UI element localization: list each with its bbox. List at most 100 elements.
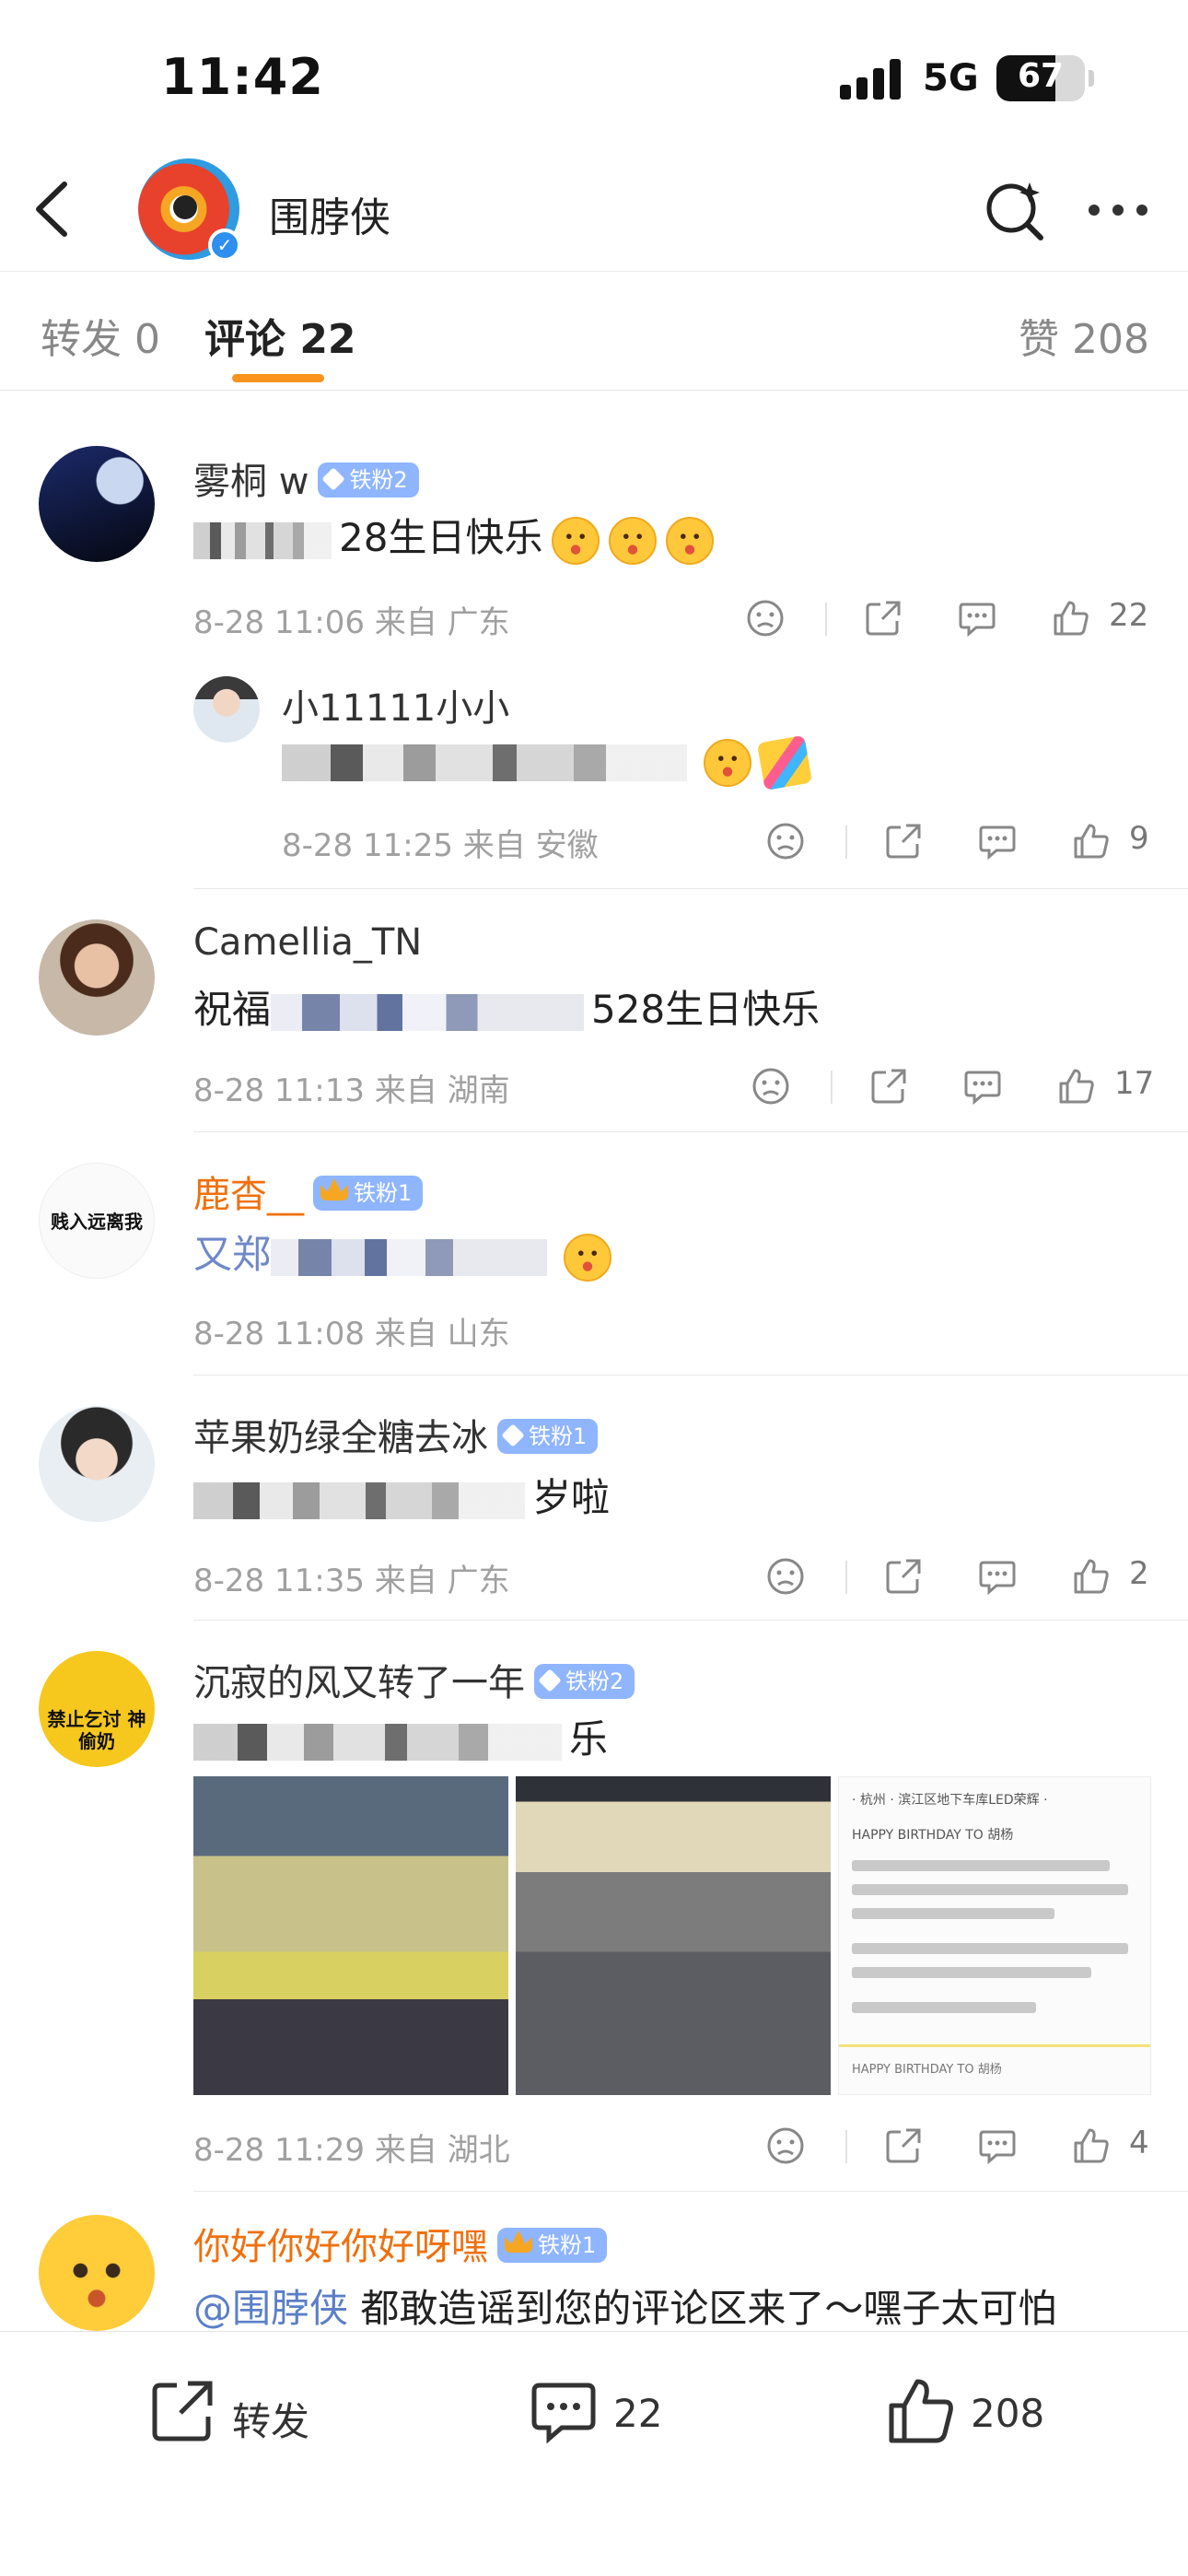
back-button[interactable] (28, 177, 83, 241)
share-button[interactable] (864, 590, 904, 645)
text-line (852, 1908, 1054, 1919)
more-button[interactable] (1085, 201, 1151, 219)
comment-image[interactable] (193, 1776, 508, 2095)
reply-location: 来自 安徽 (462, 827, 599, 864)
badge-label: 铁粉1 (354, 1180, 413, 1206)
text-line (852, 1967, 1091, 1978)
like-count: 208 (971, 2391, 1045, 2436)
comment-author[interactable]: 苹果奶绿全糖去冰 铁粉1 (193, 1408, 599, 1461)
network-type: 5G (923, 57, 979, 100)
divider (845, 825, 847, 859)
party-popper-icon (756, 734, 813, 790)
reply-button[interactable] (978, 2117, 1019, 2172)
reply-time: 8-28 11:25 (282, 827, 453, 864)
comment-author[interactable]: 沉寂的风又转了一年 铁粉2 (193, 1653, 635, 1706)
fan-badge: 铁粉1 (313, 1176, 424, 1211)
dislike-button[interactable] (766, 813, 807, 868)
like-button[interactable]: 17 (1057, 1058, 1175, 1113)
avatar[interactable] (39, 919, 155, 1036)
comment-divider (193, 888, 1188, 889)
dot (1112, 205, 1124, 216)
reply-button[interactable] (963, 1058, 1004, 1113)
dislike-button[interactable] (746, 590, 786, 645)
tab-repost[interactable]: 转发 0 (41, 306, 160, 365)
comment-meta: 8-28 11:06 来自 广东 (193, 597, 510, 642)
share-button[interactable] (884, 813, 925, 868)
like-button[interactable]: 2 (1072, 1548, 1171, 1603)
page-title[interactable]: 围脖侠 (269, 184, 390, 243)
comment-text: @围脖侠 都敢造谣到您的评论区来了～嘿子太可怕 (193, 2277, 1056, 2334)
avatar-eye (173, 195, 197, 219)
comment-time: 8-28 11:35 (193, 1563, 365, 1599)
account-avatar[interactable]: ✓ (138, 158, 241, 262)
comment-divider (193, 1375, 1188, 1376)
bottom-action-bar: 转发 22 208 (0, 2331, 1188, 2576)
battery-tip (1089, 70, 1094, 87)
comment-author[interactable]: Camellia_TN (193, 921, 422, 964)
reply-button[interactable] (978, 1548, 1019, 1603)
dot (1136, 205, 1147, 216)
thumbs-up-icon (1074, 2128, 1109, 2163)
comment-icon (959, 603, 996, 638)
comment-location: 来自 湖南 (374, 1072, 510, 1109)
share-icon (886, 824, 921, 859)
avatar[interactable] (39, 446, 155, 562)
frown-icon (747, 600, 784, 637)
comment-divider (193, 1131, 1188, 1132)
status-bar: 11:42 5G 67 (0, 0, 1188, 147)
avatar[interactable]: 贱入远离我 (39, 1163, 155, 1279)
avatar[interactable] (39, 2215, 155, 2331)
tab-comments[interactable]: 评论 22 (204, 306, 356, 365)
thumbs-up-icon (1054, 601, 1089, 636)
emoji-icon (564, 1233, 612, 1282)
share-button[interactable] (869, 1058, 910, 1113)
comment-image[interactable]: · 杭州 · 滨江区地下车库LED荣辉 · HAPPY BIRTHDAY TO … (838, 1776, 1151, 2095)
avatar[interactable] (193, 676, 260, 743)
verified-icon: ✓ (208, 228, 241, 262)
share-icon (866, 601, 901, 636)
dislike-button[interactable] (766, 1548, 807, 1603)
reply-author[interactable]: 小11111小小 (282, 678, 509, 732)
comment-time: 8-28 11:29 (193, 2132, 365, 2169)
dislike-button[interactable] (766, 2117, 807, 2172)
comment-author[interactable]: 你好你好你好呀嘿 铁粉1 (193, 2217, 608, 2270)
comment-text: 祝福 528生日快乐 (193, 978, 820, 1035)
comment-button[interactable]: 22 (529, 2376, 694, 2450)
comment-meta: 8-28 11:13 来自 湖南 (193, 1065, 510, 1110)
comment-image[interactable] (516, 1776, 831, 2095)
comment-meta: 8-28 11:29 来自 湖北 (193, 2125, 510, 2170)
like-button[interactable]: 4 (1072, 2117, 1171, 2172)
divider (831, 1071, 833, 1104)
like-count: 22 (1109, 597, 1149, 634)
reply-button[interactable] (958, 590, 998, 645)
like-button[interactable]: 208 (886, 2376, 1070, 2450)
frown-icon (767, 1558, 804, 1595)
mosaic-blur (271, 1238, 548, 1276)
dislike-button[interactable] (751, 1058, 792, 1113)
share-button[interactable] (884, 2117, 925, 2172)
tab-likes[interactable]: 赞 208 (1019, 306, 1149, 365)
comment-author[interactable]: 鹿杳__ 铁粉1 (193, 1165, 424, 1218)
share-icon (886, 1559, 921, 1594)
repost-button[interactable]: 转发 (147, 2376, 332, 2450)
comment-author[interactable]: 雾桐 w 铁粉2 (193, 451, 419, 505)
search-button[interactable] (982, 177, 1048, 243)
reply-button[interactable] (978, 813, 1019, 868)
like-button[interactable]: 22 (1052, 590, 1170, 645)
share-icon (152, 2381, 213, 2441)
author-name: 沉寂的风又转了一年 (193, 1662, 525, 1704)
text-line (852, 2002, 1036, 2013)
reply-text (282, 734, 813, 790)
comment-text: 又郑 (193, 1224, 612, 1282)
frown-icon (767, 2127, 804, 2164)
share-button[interactable] (884, 1548, 925, 1603)
top-nav: ✓ 围脖侠 (0, 147, 1188, 272)
repost-label: 转发 (232, 2399, 310, 2444)
like-button[interactable]: 9 (1072, 813, 1171, 868)
comment-text-visible: 乐 (569, 1716, 609, 1762)
avatar[interactable] (39, 1406, 155, 1522)
battery-level: 67 (1017, 57, 1065, 95)
comment-location: 来自 湖北 (374, 2132, 510, 2169)
mention-link[interactable]: @围脖侠 (193, 2286, 348, 2331)
avatar[interactable]: 禁止乞讨 神偷奶 (39, 1651, 155, 1767)
